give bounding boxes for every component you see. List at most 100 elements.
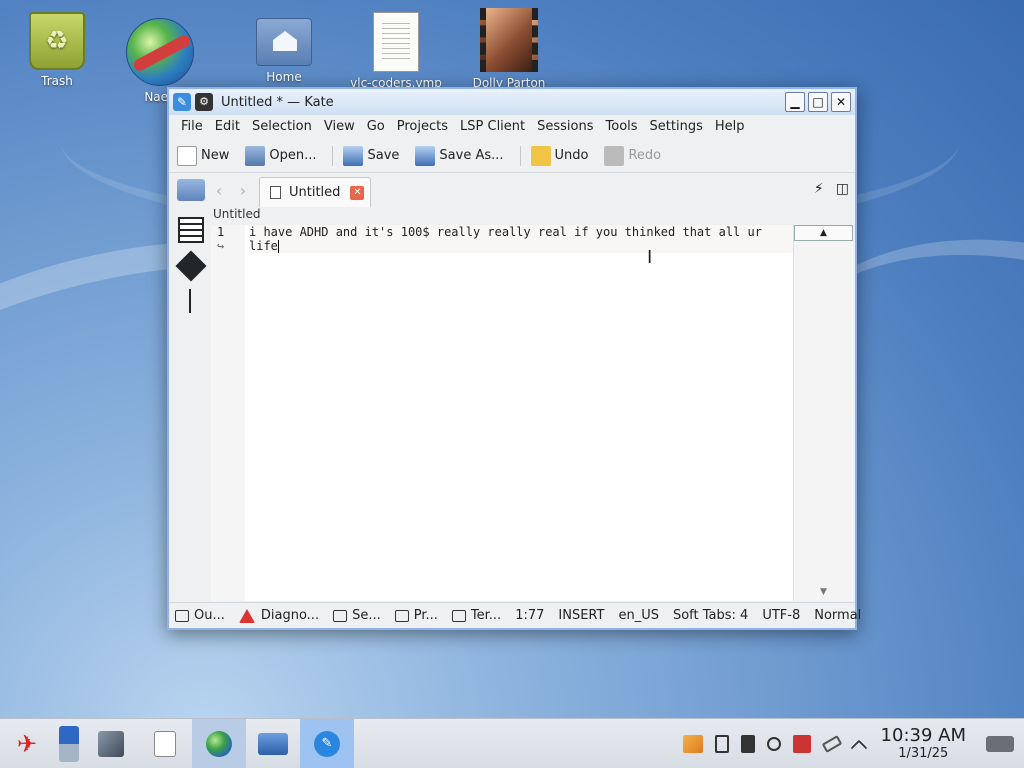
home-folder-icon (256, 18, 312, 66)
redo-icon (604, 145, 625, 166)
left-sidebar (171, 207, 211, 601)
minimap-scrollbar[interactable]: ▲ ▼ (793, 225, 853, 601)
folder-icon (258, 732, 288, 755)
desktop-pager-icon (59, 725, 79, 762)
disk-icon[interactable] (792, 735, 811, 753)
trash-icon (29, 12, 85, 70)
quick-open-icon[interactable]: ⚡ (814, 181, 824, 197)
brightness-icon[interactable] (766, 737, 781, 751)
menu-view[interactable]: View (318, 115, 361, 139)
task-file-manager[interactable] (246, 719, 300, 768)
save-button-label: Save (367, 148, 400, 163)
open-button[interactable]: Open... (245, 145, 317, 166)
window-menu-icon[interactable]: ⚙ (195, 93, 213, 111)
project-tree-icon[interactable] (189, 289, 201, 313)
title-bar[interactable]: ✎ ⚙ Untitled * — Kate ▁ □ ✕ (169, 89, 855, 115)
warning-icon (238, 608, 255, 623)
redo-button[interactable]: Redo (604, 145, 661, 166)
chevron-up-icon[interactable] (850, 739, 868, 757)
volume-muted-icon[interactable] (740, 735, 755, 753)
toolbar-separator (332, 145, 334, 166)
kate-app-icon[interactable]: ✎ (173, 93, 191, 111)
desktop-icon-home[interactable]: Home (234, 10, 334, 84)
task-kate[interactable]: ✎ (300, 718, 354, 768)
menu-lsp-client[interactable]: LSP Client (454, 115, 531, 139)
task-browser[interactable] (192, 718, 246, 768)
scroll-down-icon[interactable]: ▼ (794, 587, 853, 601)
desktop-icon-trash[interactable]: Trash (7, 12, 107, 88)
notifications-icon[interactable] (682, 735, 703, 753)
terminal-icon (451, 609, 466, 622)
save-as-button[interactable]: Save As... (415, 145, 504, 166)
undo-button[interactable]: Undo (530, 145, 589, 166)
text-line: life (249, 239, 278, 253)
new-document-icon (177, 145, 197, 166)
kate-icon: ✎ (314, 730, 340, 757)
menu-help[interactable]: Help (709, 115, 751, 139)
task-system-settings[interactable] (84, 719, 138, 768)
cursor-position[interactable]: 1:77 (515, 608, 544, 623)
output-panel-button[interactable]: Ou... (175, 608, 225, 623)
documents-folder-icon[interactable] (177, 179, 205, 201)
projects-panel-button[interactable]: Pr... (394, 608, 438, 623)
output-label: Ou... (194, 608, 225, 623)
menu-tools[interactable]: Tools (600, 115, 644, 139)
show-desktop-button[interactable] (54, 719, 84, 768)
menu-edit[interactable]: Edit (209, 115, 246, 139)
globe-icon (206, 730, 232, 757)
desktop-icon-vlc-coders[interactable]: vlc-coders.vmp (346, 12, 446, 90)
maximize-button[interactable]: □ (808, 92, 828, 112)
device-icon[interactable] (986, 736, 1014, 752)
system-tray: 10:39 AM 1/31/25 (677, 719, 1024, 768)
open-button-label: Open... (269, 148, 317, 163)
split-view-icon[interactable]: ◫ (836, 181, 849, 197)
save-as-button-label: Save As... (439, 148, 504, 163)
text-editor[interactable]: i have ADHD and it's 100$ really really … (245, 225, 793, 601)
close-button[interactable]: ✕ (831, 92, 851, 112)
terminal-panel-button[interactable]: Ter... (451, 608, 501, 623)
menu-projects[interactable]: Projects (391, 115, 454, 139)
search-panel-button[interactable]: Se... (333, 608, 381, 623)
forward-arrow-icon[interactable]: › (233, 181, 253, 200)
undo-button-label: Undo (554, 148, 589, 163)
menu-file[interactable]: File (175, 115, 209, 139)
new-button-label: New (201, 148, 230, 163)
scroll-up-icon[interactable]: ▲ (794, 225, 853, 241)
diagnostics-label: Diagno... (260, 608, 320, 623)
search-label: Se... (352, 608, 381, 623)
syntax-mode[interactable]: Normal (814, 608, 861, 623)
clipboard-icon[interactable] (714, 735, 729, 753)
clock-date: 1/31/25 (898, 746, 949, 761)
menu-sessions[interactable]: Sessions (531, 115, 599, 139)
task-text-editor[interactable] (138, 719, 192, 768)
clock[interactable]: 10:39 AM 1/31/25 (881, 726, 966, 762)
menu-bar: File Edit Selection View Go Projects LSP… (169, 115, 855, 139)
menu-selection[interactable]: Selection (246, 115, 318, 139)
network-icon[interactable] (821, 735, 842, 753)
minimize-button[interactable]: ▁ (785, 92, 805, 112)
line-number-gutter[interactable]: 1 ↪ (211, 225, 245, 601)
encoding-setting[interactable]: UTF-8 (762, 608, 800, 623)
git-icon[interactable] (175, 250, 207, 282)
back-arrow-icon[interactable]: ‹ (209, 181, 229, 200)
desktop-icon-dolly-parton[interactable]: Dolly Parton (459, 8, 559, 90)
status-bar: Ou... Diagno... Se... Pr... Ter... 1:77 … (169, 602, 861, 628)
save-as-icon (415, 145, 436, 166)
indentation-setting[interactable]: Soft Tabs: 4 (673, 608, 748, 623)
close-tab-icon[interactable]: ✕ (350, 185, 365, 200)
settings-tools-icon (98, 730, 124, 757)
menu-settings[interactable]: Settings (644, 115, 709, 139)
menu-go[interactable]: Go (361, 115, 391, 139)
document-list-icon[interactable] (178, 217, 204, 243)
diagnostics-panel-button[interactable]: Diagno... (238, 608, 320, 623)
application-launcher[interactable]: ✈ (0, 719, 54, 768)
save-button[interactable]: Save (343, 145, 400, 166)
toolbar-separator (519, 145, 521, 166)
spell-dictionary[interactable]: en_US (618, 608, 659, 623)
tab-untitled[interactable]: Untitled ✕ (259, 177, 372, 207)
new-button[interactable]: New (177, 145, 230, 166)
open-folder-icon (245, 145, 266, 166)
line-number: 1 (217, 225, 225, 239)
input-mode[interactable]: INSERT (558, 608, 604, 623)
search-icon (333, 609, 348, 622)
